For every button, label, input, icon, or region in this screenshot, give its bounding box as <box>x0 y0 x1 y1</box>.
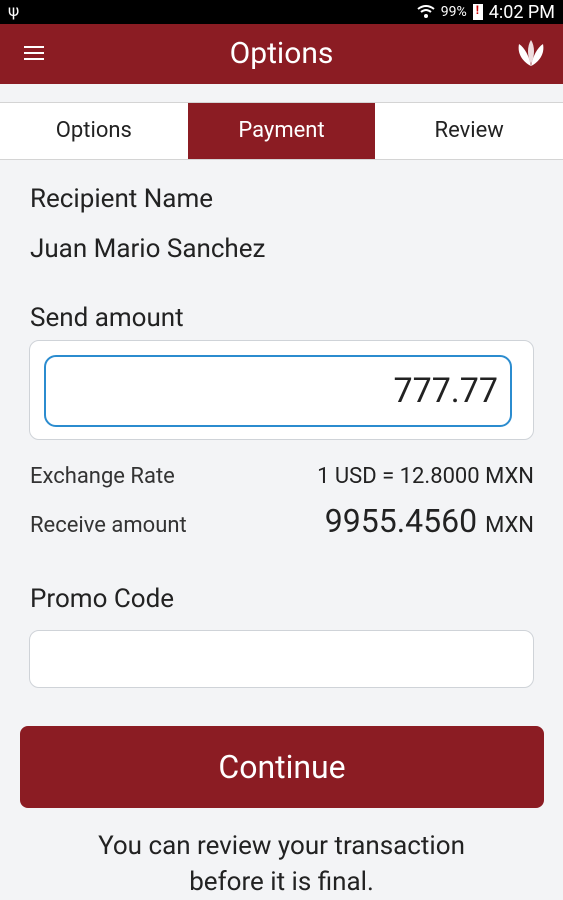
receive-amount-label: Receive amount <box>30 513 187 538</box>
tab-payment[interactable]: Payment <box>187 103 376 159</box>
receive-amount-display: 9955.4560 MXN <box>325 502 534 540</box>
logo-icon <box>518 40 544 66</box>
promo-code-input[interactable] <box>29 630 534 688</box>
battery-percent: 99% <box>440 4 467 20</box>
app-bar: Options <box>0 24 563 84</box>
receive-currency: MXN <box>485 513 534 538</box>
tab-options[interactable]: Options <box>0 103 188 159</box>
tab-review[interactable]: Review <box>375 103 563 159</box>
usb-icon: ψ <box>8 1 20 20</box>
promo-code-label: Promo Code <box>30 584 175 614</box>
review-note-line-1: You can review your transaction <box>98 831 465 861</box>
review-note: You can review your transaction before i… <box>0 828 563 900</box>
exchange-rate-label: Exchange Rate <box>30 464 175 489</box>
exchange-rate-row: Exchange Rate 1 USD = 12.8000 MXN <box>30 464 534 489</box>
status-bar: ψ 99% 4:02 PM <box>0 0 563 24</box>
wifi-icon <box>417 5 435 18</box>
continue-button[interactable]: Continue <box>20 726 544 808</box>
review-note-line-2: before it is final. <box>189 867 374 897</box>
recipient-name: Juan Mario Sanchez <box>30 234 266 264</box>
recipient-label: Recipient Name <box>30 184 214 214</box>
page-title: Options <box>229 36 334 71</box>
receive-amount-value: 9955.4560 <box>324 502 478 540</box>
exchange-rate-value: 1 USD = 12.8000 MXN <box>317 464 534 489</box>
send-amount-label: Send amount <box>30 303 184 333</box>
send-amount-container <box>29 340 534 440</box>
battery-icon <box>472 3 483 20</box>
clock: 4:02 PM <box>488 1 555 23</box>
send-amount-input[interactable] <box>44 355 512 427</box>
tab-bar: Options Payment Review <box>0 102 563 160</box>
receive-amount-row: Receive amount 9955.4560 MXN <box>30 502 534 540</box>
